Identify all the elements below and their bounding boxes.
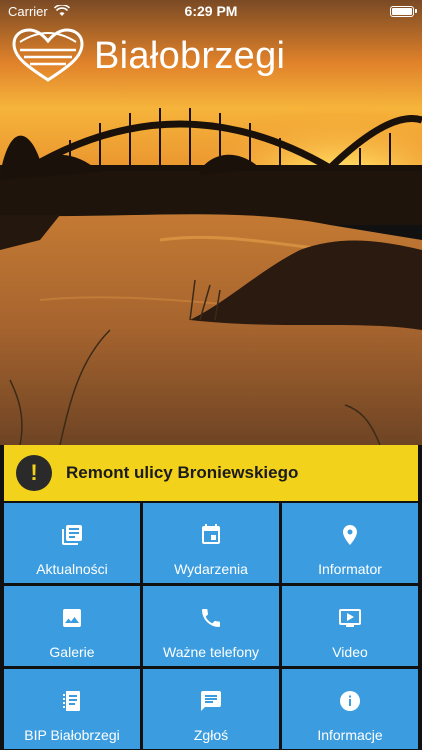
tile-aktualnosci[interactable]: Aktualności [4, 503, 140, 583]
carrier-group: Carrier [8, 4, 70, 19]
tile-wydarzenia[interactable]: Wydarzenia [143, 503, 279, 583]
info-icon [340, 691, 360, 711]
tile-label: BIP Białobrzegi [24, 727, 120, 743]
tile-bip[interactable]: BIP Białobrzegi [4, 669, 140, 749]
phone-icon [202, 609, 220, 627]
news-icon [62, 525, 82, 545]
tile-label: Galerie [49, 644, 95, 660]
tile-label: Ważne telefony [163, 644, 259, 660]
tile-zglos[interactable]: Zgłoś [143, 669, 279, 749]
tile-label: Informator [318, 561, 382, 577]
calendar-icon [202, 524, 220, 544]
tile-label: Zgłoś [193, 727, 229, 743]
alert-banner[interactable]: ! Remont ulicy Broniewskiego [4, 445, 418, 501]
video-icon [339, 609, 361, 627]
status-bar: Carrier 6:29 PM [0, 0, 422, 22]
menu-grid: Aktualności Wydarzenia Informator Galeri… [4, 503, 418, 749]
notebook-icon [63, 691, 80, 711]
tile-label: Informacje [317, 727, 383, 743]
tile-label: Aktualności [36, 561, 108, 577]
wifi-icon [53, 5, 70, 16]
comment-icon [201, 691, 221, 711]
tile-informacje[interactable]: Informacje [282, 669, 418, 749]
tile-video[interactable]: Video [282, 586, 418, 666]
heart-logo-icon [12, 28, 84, 82]
brand-logo[interactable]: Białobrzegi [10, 28, 285, 84]
tile-label: Video [332, 644, 368, 660]
battery-icon [390, 5, 417, 17]
location-pin-icon [343, 525, 357, 545]
tile-wazne-telefony[interactable]: Ważne telefony [143, 586, 279, 666]
brand-name: Białobrzegi [94, 34, 286, 77]
tile-label: Wydarzenia [174, 561, 248, 577]
battery-fill [392, 7, 412, 15]
alert-text: Remont ulicy Broniewskiego [66, 463, 299, 482]
image-gallery-icon [63, 609, 81, 627]
tile-informator[interactable]: Informator [282, 503, 418, 583]
carrier-label: Carrier [8, 3, 48, 19]
tile-galerie[interactable]: Galerie [4, 586, 140, 666]
exclamation-icon: ! [16, 455, 52, 491]
